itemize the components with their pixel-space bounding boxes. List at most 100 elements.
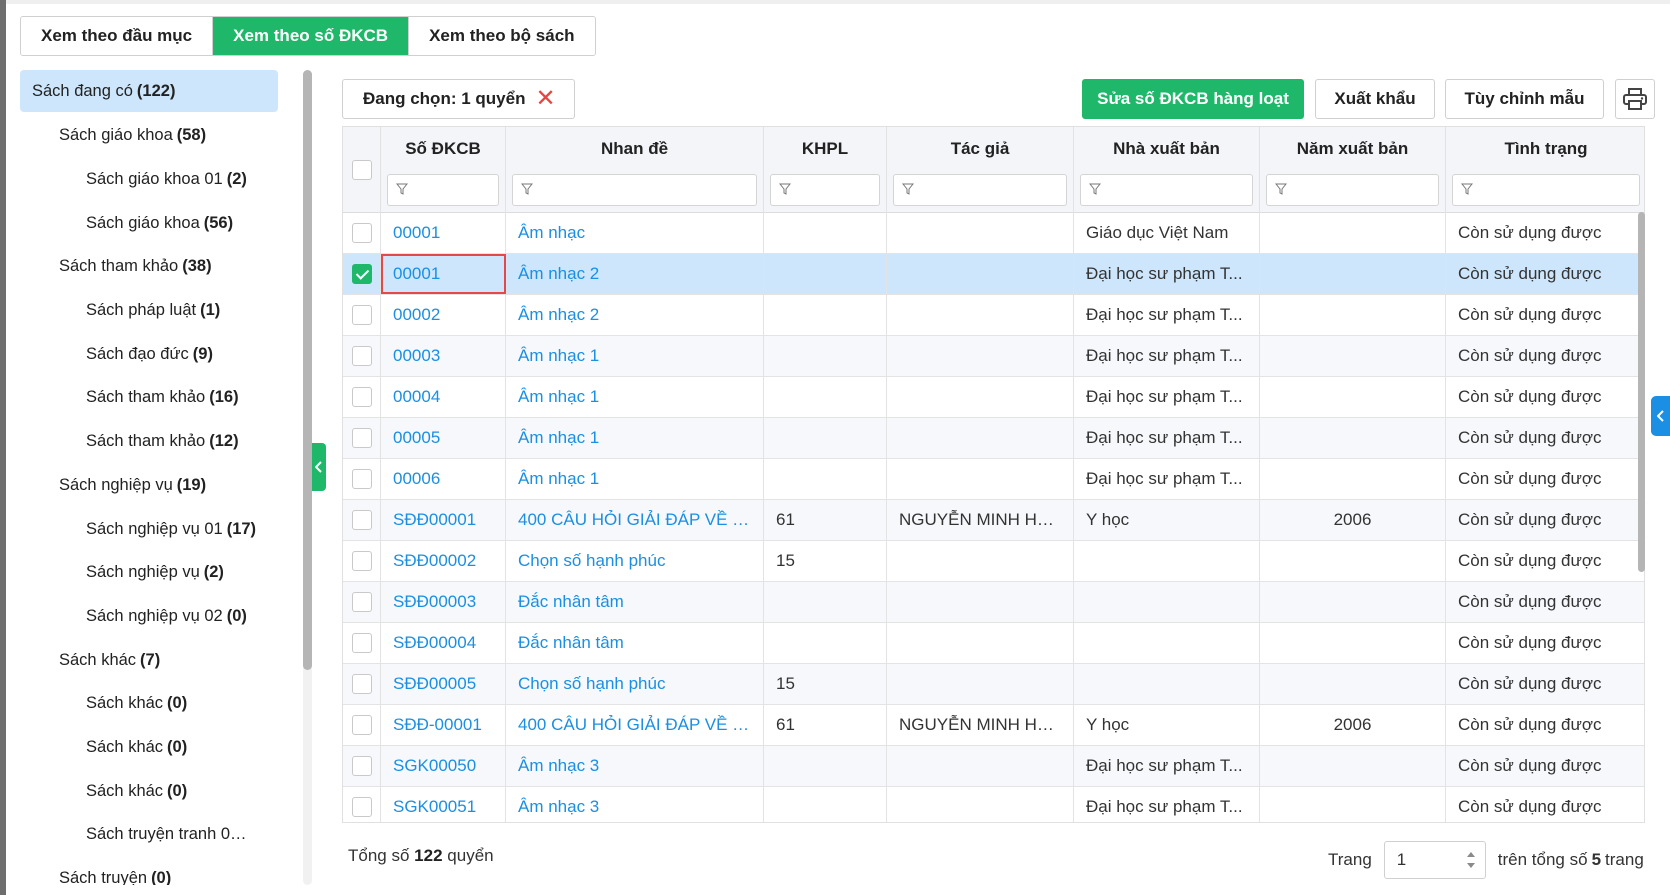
tree-item-root[interactable]: Sách đang có (122): [20, 70, 278, 112]
registration-number-cell[interactable]: SĐĐ00001: [381, 500, 506, 540]
tree-item[interactable]: Sách nghiệp vụ 02 (0): [20, 595, 278, 639]
row-checkbox[interactable]: [351, 469, 372, 489]
header-status[interactable]: Tình trạng: [1446, 127, 1644, 213]
row-checkbox[interactable]: [351, 633, 372, 653]
tree-item[interactable]: Sách nghiệp vụ 01 (17): [20, 507, 278, 551]
row-checkbox[interactable]: [351, 346, 372, 366]
print-button[interactable]: [1615, 79, 1655, 119]
registration-number-cell[interactable]: 00004: [381, 377, 506, 417]
row-checkbox[interactable]: [351, 264, 372, 284]
table-row[interactable]: 00006 Âm nhạc 1 Đại học sư phạm T... Còn sử…: [343, 459, 1644, 500]
tree-item[interactable]: Sách khác (0): [20, 726, 278, 770]
sidebar-collapse-button[interactable]: [312, 443, 326, 491]
filter-input[interactable]: [512, 174, 757, 206]
title-cell[interactable]: Âm nhạc: [506, 213, 764, 253]
title-cell[interactable]: 400 CÂU HỎI GIẢI ĐÁP VỀ S...: [506, 705, 764, 745]
row-checkbox[interactable]: [351, 551, 372, 571]
table-row[interactable]: 00001 Âm nhạc 2 Đại học sư phạm T... Còn sử…: [343, 254, 1644, 295]
tab-view-by-title[interactable]: Xem theo đầu mục: [21, 17, 214, 55]
tree-item[interactable]: Sách đạo đức (9): [20, 332, 278, 376]
title-cell[interactable]: 400 CÂU HỎI GIẢI ĐÁP VỀ S...: [506, 500, 764, 540]
tree-item[interactable]: Sách khác (0): [20, 769, 278, 813]
table-row[interactable]: 00005 Âm nhạc 1 Đại học sư phạm T... Còn sử…: [343, 418, 1644, 459]
filter-input[interactable]: [1080, 174, 1253, 206]
filter-input[interactable]: [1266, 174, 1439, 206]
title-cell[interactable]: Âm nhạc 1: [506, 418, 764, 458]
title-cell[interactable]: Âm nhạc 3: [506, 787, 764, 822]
title-cell[interactable]: Âm nhạc 1: [506, 377, 764, 417]
tree-item[interactable]: Sách khác (7): [20, 638, 278, 682]
registration-number-cell[interactable]: SĐĐ00004: [381, 623, 506, 663]
tree-item[interactable]: Sách tham khảo (16): [20, 376, 278, 420]
close-icon[interactable]: ✕: [535, 87, 555, 111]
table-row[interactable]: SĐĐ00003 Đắc nhân tâm Còn sử dụng được: [343, 582, 1644, 623]
table-row[interactable]: 00003 Âm nhạc 1 Đại học sư phạm T... Còn sử…: [343, 336, 1644, 377]
tree-item[interactable]: Sách truyện tranh 02···: [20, 813, 278, 857]
row-checkbox[interactable]: [351, 428, 372, 448]
tree-item[interactable]: Sách pháp luật (1): [20, 289, 278, 333]
customize-template-button[interactable]: Tùy chỉnh mẫu: [1445, 79, 1604, 119]
table-scrollbar-thumb[interactable]: [1638, 212, 1645, 572]
tree-item[interactable]: Sách giáo khoa 01 (2): [20, 158, 278, 202]
filter-input[interactable]: [1452, 174, 1640, 206]
table-row[interactable]: SGK00051 Âm nhạc 3 Đại học sư phạm T... Còn…: [343, 787, 1644, 822]
table-row[interactable]: SĐĐ00002 Chọn số hạnh phúc 15 Còn sử dụng đ…: [343, 541, 1644, 582]
tree-item[interactable]: Sách tham khảo (38): [20, 245, 278, 289]
table-row[interactable]: SGK00050 Âm nhạc 3 Đại học sư phạm T... Còn…: [343, 746, 1644, 787]
select-all-checkbox[interactable]: [351, 160, 372, 180]
table-row[interactable]: 00002 Âm nhạc 2 Đại học sư phạm T... Còn sử…: [343, 295, 1644, 336]
table-row[interactable]: SĐĐ-00001 400 CÂU HỎI GIẢI ĐÁP VỀ S... 61 N…: [343, 705, 1644, 746]
header-registration-number[interactable]: Số ĐKCB: [381, 127, 506, 213]
up-down-spinner-icon[interactable]: [1465, 848, 1477, 872]
registration-number-cell[interactable]: 00001: [381, 254, 506, 294]
filter-input[interactable]: [770, 174, 880, 206]
table-row[interactable]: SĐĐ00005 Chọn số hạnh phúc 15 Còn sử dụng đ…: [343, 664, 1644, 705]
tree-item[interactable]: Sách nghiệp vụ (19): [20, 464, 278, 508]
table-row[interactable]: 00001 Âm nhạc Giáo dục Việt Nam Còn sử dụng…: [343, 213, 1644, 254]
sidebar-scrollbar-thumb[interactable]: [303, 70, 312, 670]
row-checkbox[interactable]: [351, 592, 372, 612]
registration-number-cell[interactable]: SĐĐ-00001: [381, 705, 506, 745]
registration-number-cell[interactable]: 00002: [381, 295, 506, 335]
export-button[interactable]: Xuất khẩu: [1315, 79, 1435, 119]
row-checkbox[interactable]: [351, 223, 372, 243]
right-panel-toggle[interactable]: [1651, 396, 1670, 436]
bulk-edit-button[interactable]: Sửa số ĐKCB hàng loạt: [1082, 79, 1304, 119]
header-publish-year[interactable]: Năm xuất bản: [1260, 127, 1446, 213]
row-checkbox[interactable]: [351, 387, 372, 407]
registration-number-cell[interactable]: SĐĐ00005: [381, 664, 506, 704]
tab-view-by-book-set[interactable]: Xem theo bộ sách: [409, 17, 595, 55]
row-checkbox[interactable]: [351, 510, 372, 530]
title-cell[interactable]: Âm nhạc 1: [506, 336, 764, 376]
row-checkbox[interactable]: [351, 756, 372, 776]
table-row[interactable]: SĐĐ00001 400 CÂU HỎI GIẢI ĐÁP VỀ S... 61 NG…: [343, 500, 1644, 541]
tree-item[interactable]: Sách giáo khoa (58): [20, 114, 278, 158]
registration-number-cell[interactable]: 00001: [381, 213, 506, 253]
title-cell[interactable]: Âm nhạc 2: [506, 254, 764, 294]
table-row[interactable]: 00004 Âm nhạc 1 Đại học sư phạm T... Còn sử…: [343, 377, 1644, 418]
tree-item[interactable]: Sách giáo khoa (56): [20, 201, 278, 245]
registration-number-cell[interactable]: 00005: [381, 418, 506, 458]
header-classification[interactable]: KHPL: [764, 127, 887, 213]
tree-item[interactable]: Sách truyện (0): [20, 857, 278, 885]
title-cell[interactable]: Đắc nhân tâm: [506, 582, 764, 622]
registration-number-cell[interactable]: 00003: [381, 336, 506, 376]
title-cell[interactable]: Đắc nhân tâm: [506, 623, 764, 663]
row-checkbox[interactable]: [351, 305, 372, 325]
registration-number-cell[interactable]: SĐĐ00003: [381, 582, 506, 622]
row-checkbox[interactable]: [351, 715, 372, 735]
header-publisher[interactable]: Nhà xuất bản: [1074, 127, 1260, 213]
row-checkbox[interactable]: [351, 797, 372, 817]
tree-item[interactable]: Sách tham khảo (12): [20, 420, 278, 464]
title-cell[interactable]: Chọn số hạnh phúc: [506, 664, 764, 704]
filter-input[interactable]: [893, 174, 1067, 206]
tab-view-by-registration-number[interactable]: Xem theo số ĐKCB: [213, 17, 410, 55]
page-number-input[interactable]: 1: [1383, 841, 1486, 879]
table-row[interactable]: SĐĐ00004 Đắc nhân tâm Còn sử dụng được: [343, 623, 1644, 664]
title-cell[interactable]: Âm nhạc 2: [506, 295, 764, 335]
title-cell[interactable]: Chọn số hạnh phúc: [506, 541, 764, 581]
row-checkbox[interactable]: [351, 674, 372, 694]
filter-input[interactable]: [387, 174, 499, 206]
registration-number-cell[interactable]: SĐĐ00002: [381, 541, 506, 581]
registration-number-cell[interactable]: 00006: [381, 459, 506, 499]
